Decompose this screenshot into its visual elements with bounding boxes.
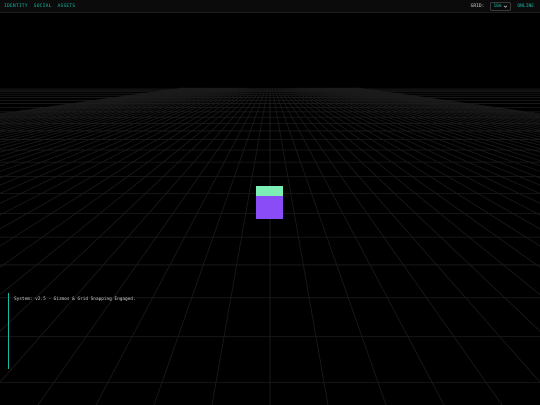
- console-line: System: v2.5 - Gizmos & Grid Snapping En…: [14, 297, 136, 302]
- cube-object[interactable]: [256, 186, 283, 219]
- grid-line: [313, 87, 540, 153]
- nav-identity[interactable]: IDENTITY: [4, 4, 28, 9]
- console-panel: System: v2.5 - Gizmos & Grid Snapping En…: [8, 293, 309, 369]
- grid-size-value: 10m: [493, 4, 502, 9]
- grid-line: [327, 87, 540, 135]
- grid-line: [302, 87, 540, 179]
- chevron-down-icon: [504, 5, 508, 8]
- nav-assets[interactable]: ASSETS: [58, 4, 76, 9]
- grid-line: [322, 87, 540, 140]
- cube-front-face: [256, 196, 283, 219]
- grid-line: [278, 87, 503, 405]
- top-right-controls: GRID: 10m ONLINE: [471, 0, 534, 13]
- status-indicator: ONLINE: [517, 4, 534, 9]
- game-viewport[interactable]: IDENTITY SOCIAL ASSETS GRID: 10m ONLINE …: [0, 0, 540, 405]
- grid-line: [305, 87, 540, 172]
- grid-line: [320, 87, 540, 143]
- grid-line: [331, 87, 540, 131]
- cube-top-face: [256, 186, 283, 196]
- grid-line: [311, 87, 540, 157]
- top-bar: IDENTITY SOCIAL ASSETS GRID: 10m ONLINE: [0, 0, 540, 13]
- grid-line: [324, 87, 540, 138]
- grid-line: [307, 87, 540, 167]
- nav-social[interactable]: SOCIAL: [34, 4, 52, 9]
- main-nav: IDENTITY SOCIAL ASSETS: [4, 0, 75, 13]
- grid-size-select[interactable]: 10m: [490, 2, 512, 11]
- grid-label: GRID:: [470, 4, 485, 9]
- grid-line: [329, 87, 540, 133]
